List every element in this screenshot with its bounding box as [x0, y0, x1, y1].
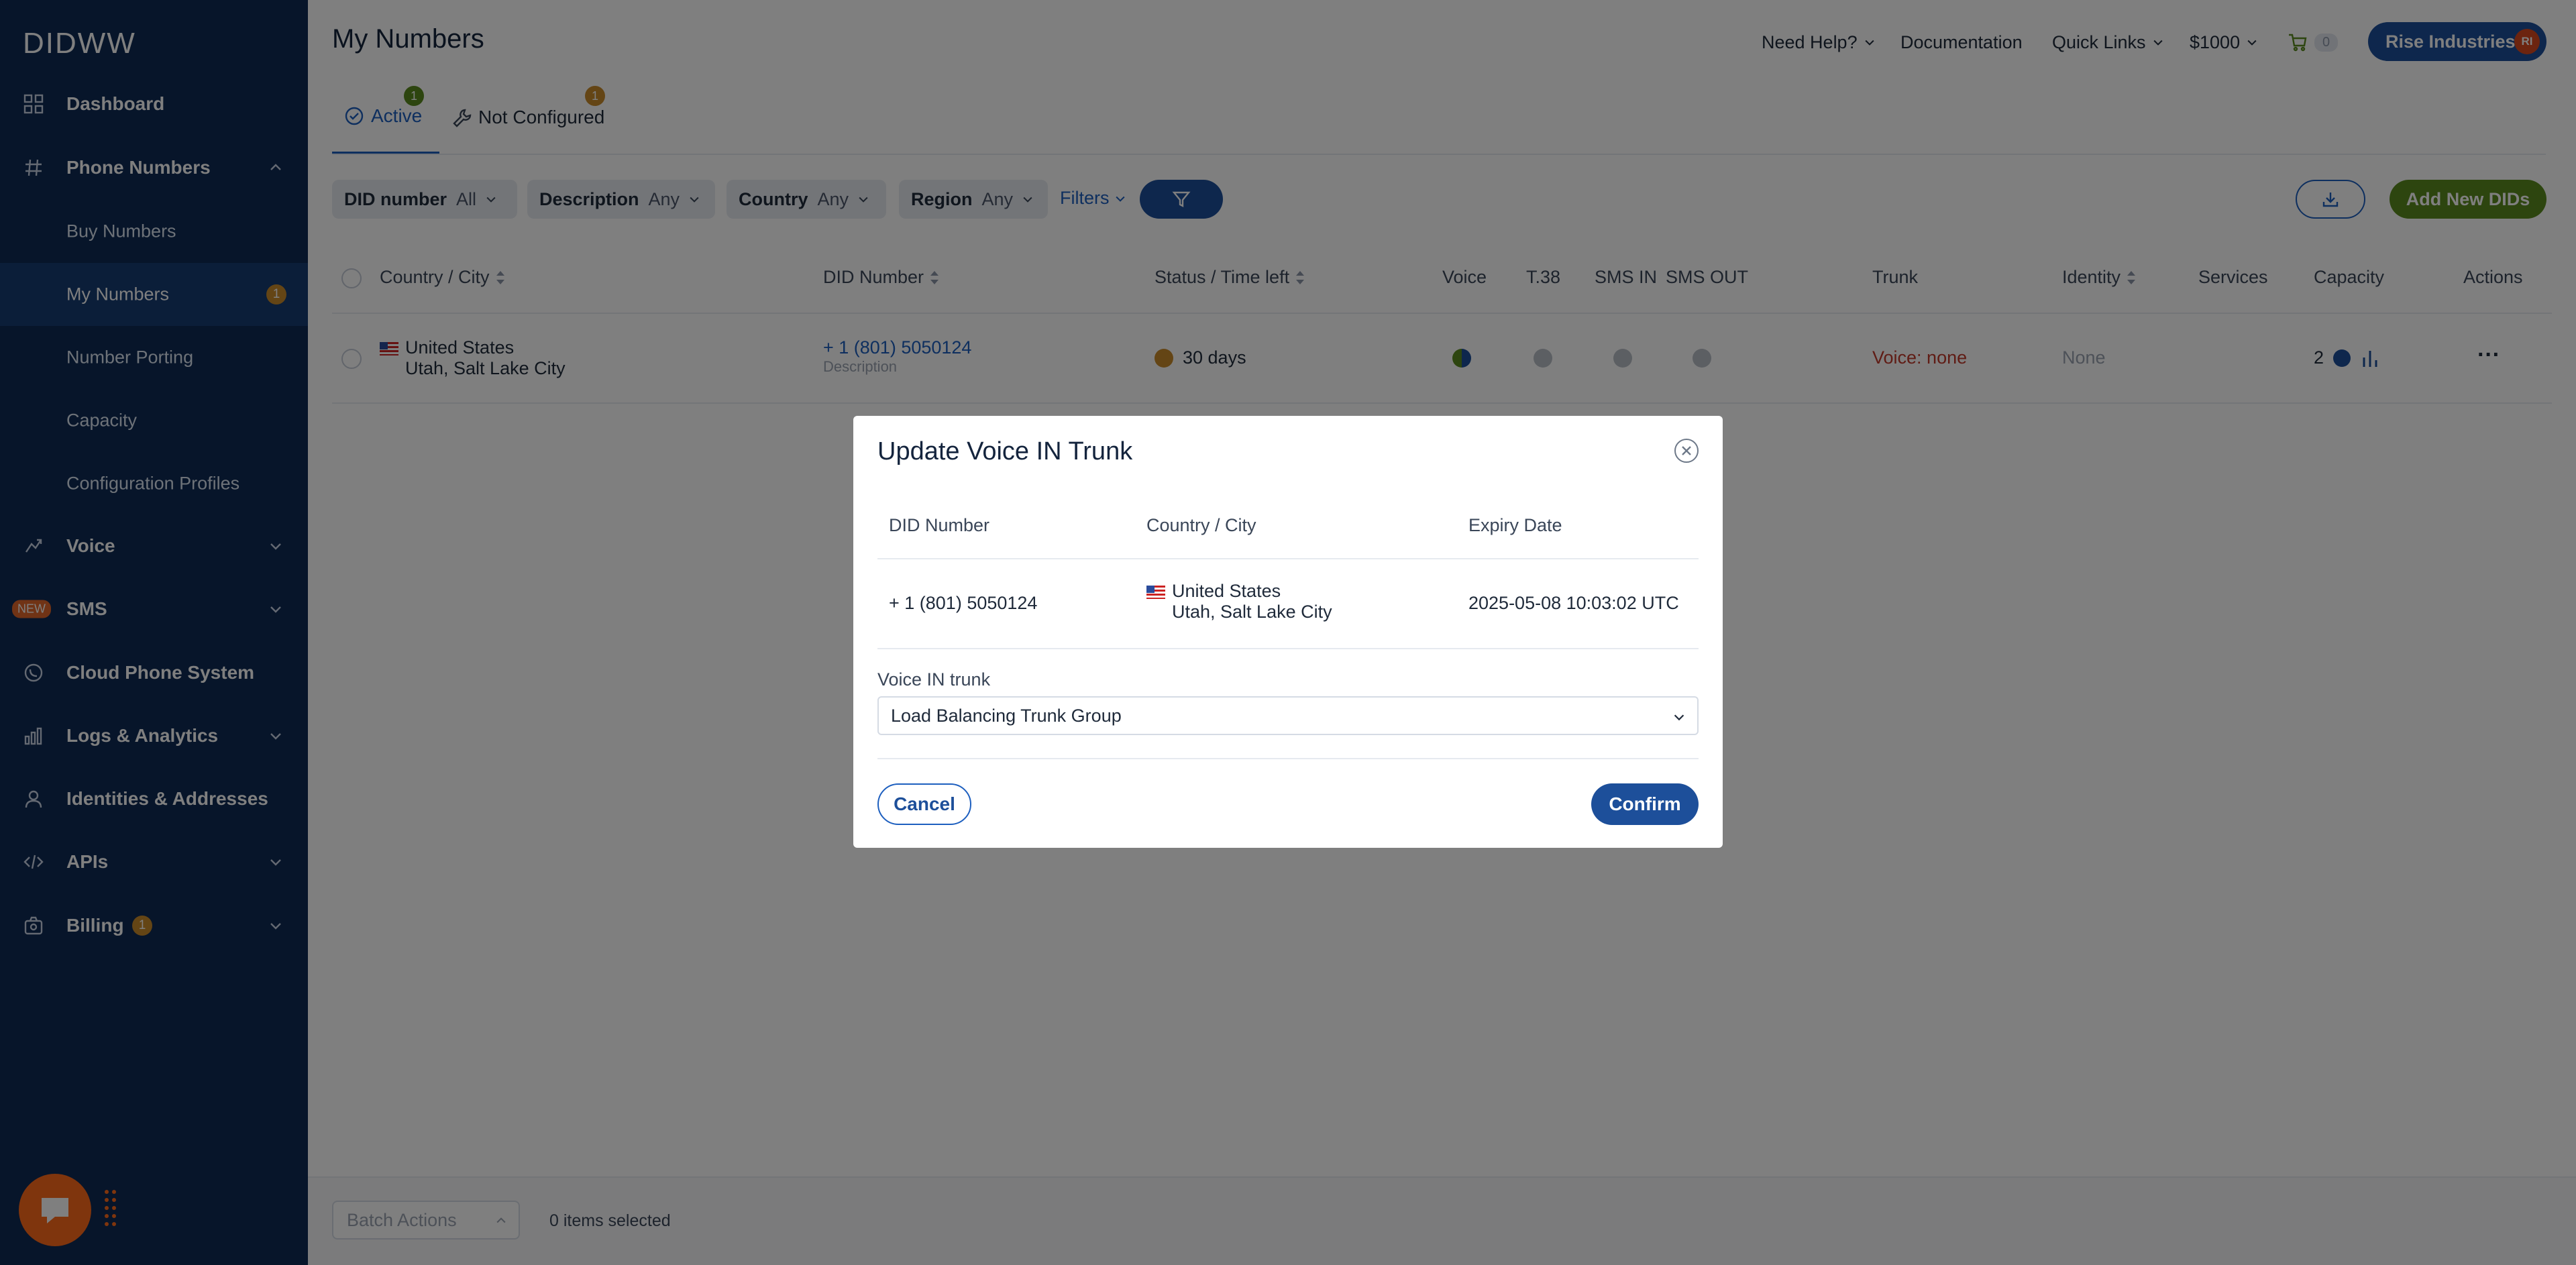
close-icon: [1682, 446, 1691, 455]
dialog-header-country: Country / City: [1146, 515, 1256, 535]
cancel-button[interactable]: Cancel: [877, 783, 971, 825]
dialog-title: Update Voice IN Trunk: [877, 437, 1133, 465]
close-button[interactable]: [1674, 439, 1699, 463]
dialog-header-did: DID Number: [889, 515, 990, 535]
dialog-country-city: United States Utah, Salt Lake City: [1146, 581, 1332, 622]
dialog-did-number: + 1 (801) 5050124: [889, 593, 1038, 613]
confirm-button[interactable]: Confirm: [1591, 783, 1699, 825]
dialog-divider: [877, 648, 1699, 649]
chevron-down-icon: [1674, 714, 1684, 721]
dialog-divider: [877, 758, 1699, 759]
dialog-header-expiry: Expiry Date: [1468, 515, 1562, 535]
voice-in-trunk-select[interactable]: Load Balancing Trunk Group: [877, 696, 1699, 735]
voice-in-trunk-value: Load Balancing Trunk Group: [891, 705, 1122, 726]
update-trunk-dialog: Update Voice IN Trunk DID Number Country…: [853, 416, 1723, 848]
voice-in-trunk-label: Voice IN trunk: [877, 669, 991, 690]
dialog-country: United States: [1172, 581, 1281, 601]
dialog-city: Utah, Salt Lake City: [1172, 602, 1332, 622]
us-flag-icon: [1146, 585, 1165, 599]
dialog-expiry-date: 2025-05-08 10:03:02 UTC: [1468, 593, 1679, 613]
dialog-divider: [877, 558, 1699, 559]
